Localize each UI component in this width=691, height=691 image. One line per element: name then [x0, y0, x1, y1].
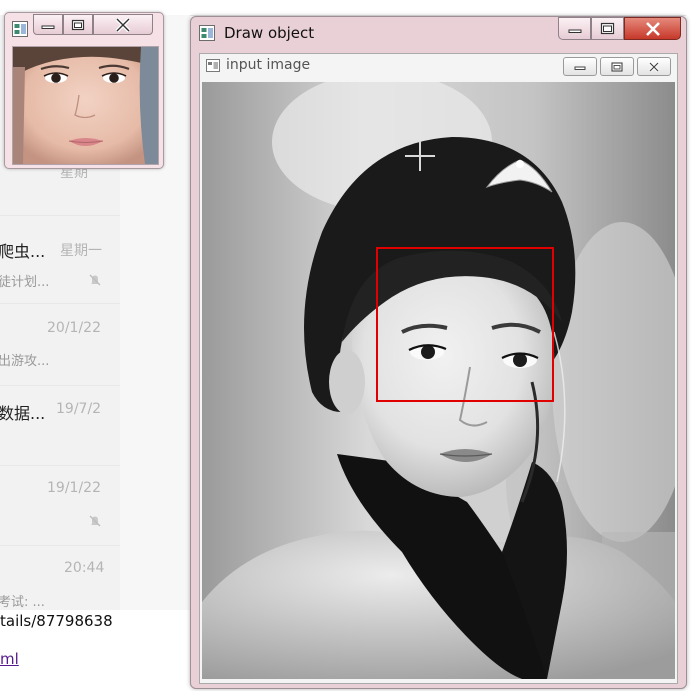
draw-object-window[interactable]: Draw object input image	[190, 16, 687, 689]
chat-item-name: 数据...	[0, 404, 46, 423]
chat-item-date: 19/1/22	[47, 480, 101, 496]
thumbnail-window[interactable]	[4, 12, 164, 169]
opencv-window-icon	[12, 21, 28, 37]
mute-bell-icon	[89, 274, 101, 286]
maximize-icon	[600, 22, 615, 35]
window-caption-buttons	[558, 17, 681, 40]
close-button[interactable]	[93, 14, 153, 35]
crosshair-cursor-icon	[405, 141, 435, 171]
sub-close-button[interactable]	[637, 57, 671, 76]
input-image-subwindow[interactable]: input image	[199, 53, 678, 684]
mute-bell-icon	[89, 515, 101, 527]
face-thumbnail-image	[12, 46, 159, 165]
minimize-icon	[568, 29, 581, 33]
chat-item-preview: 考试: ...	[0, 595, 45, 610]
opencv-window-icon	[199, 25, 215, 41]
window-title: Draw object	[224, 24, 315, 42]
chat-item-name: 爬虫...	[0, 242, 46, 261]
maximize-icon	[611, 61, 623, 72]
roi-selection-rectangle[interactable]	[376, 247, 554, 402]
chat-item-date: 星期一	[60, 243, 102, 259]
visited-link[interactable]: ml	[0, 650, 19, 668]
background-content: tails/87798638 ml	[0, 610, 190, 691]
close-icon	[645, 21, 660, 36]
close-button[interactable]	[624, 17, 681, 40]
chat-item-date: 19/7/2	[56, 401, 102, 417]
link-text-line[interactable]: tails/87798638	[0, 612, 113, 630]
minimize-icon	[41, 25, 55, 29]
maximize-icon	[71, 19, 85, 30]
close-icon	[648, 61, 660, 72]
minimize-button[interactable]	[558, 17, 591, 40]
close-icon	[115, 17, 131, 32]
minimize-button[interactable]	[33, 14, 63, 35]
chat-item-preview: 出游攻...	[0, 354, 50, 369]
chat-item-date: 20:44	[64, 560, 105, 576]
maximize-button[interactable]	[63, 14, 93, 35]
subwindow-buttons	[563, 57, 671, 76]
chat-item-preview: 徒计划...	[0, 275, 50, 290]
subwindow-title: input image	[226, 57, 311, 73]
thumbnail-window-caption-buttons	[33, 14, 153, 35]
chat-item-date: 20/1/22	[47, 320, 101, 336]
sub-minimize-button[interactable]	[563, 57, 597, 76]
maximize-button[interactable]	[591, 17, 624, 40]
minimize-icon	[574, 66, 586, 70]
sub-maximize-button[interactable]	[600, 57, 634, 76]
image-window-icon	[206, 59, 220, 72]
